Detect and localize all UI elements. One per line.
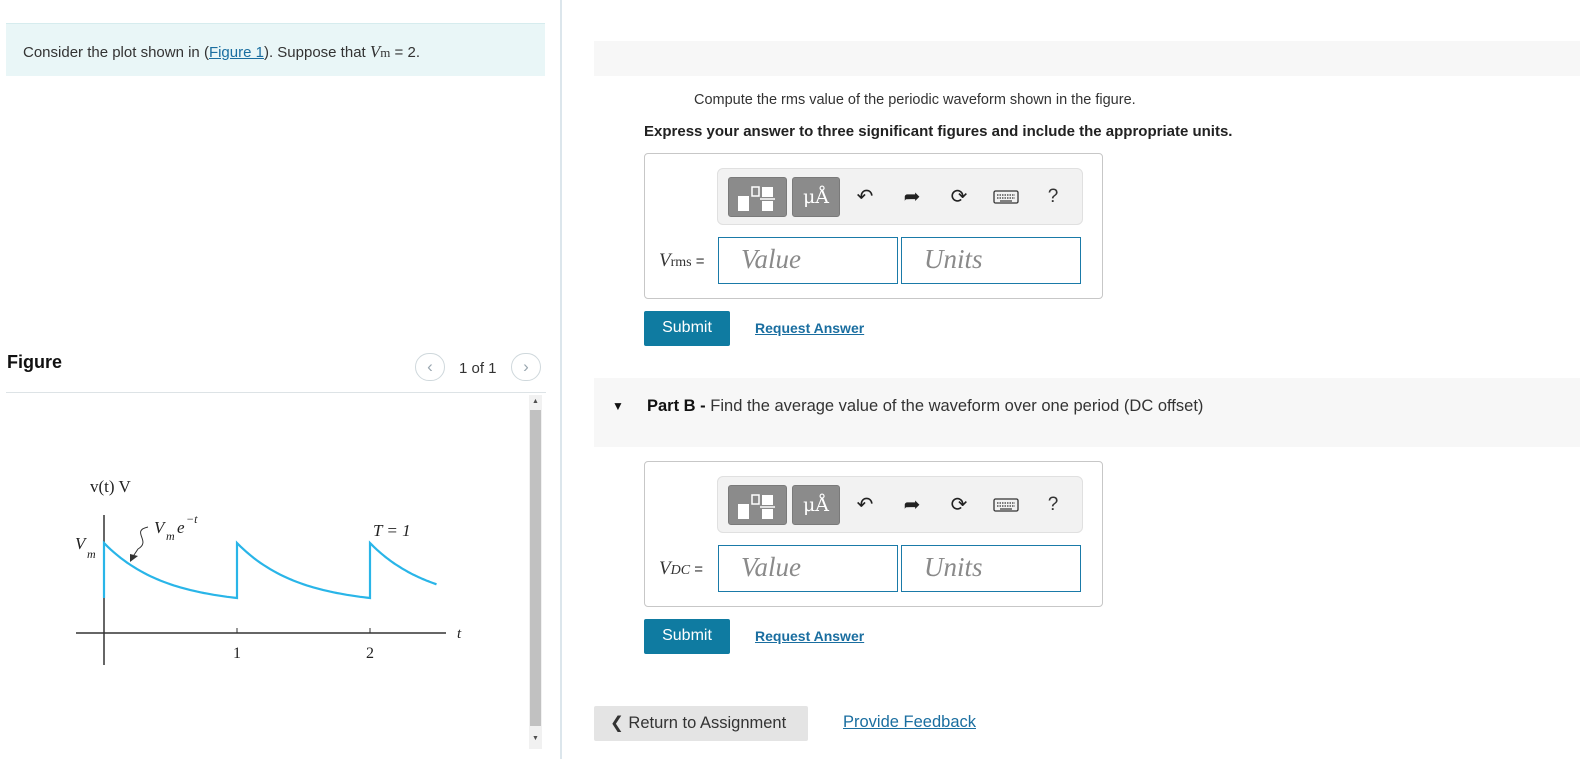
figure-title: Figure: [7, 352, 63, 372]
templates-icon: [738, 494, 775, 519]
part-a-instruction: Compute the rms value of the periodic wa…: [694, 92, 1136, 108]
figure-link[interactable]: Figure 1: [209, 44, 264, 61]
scrollbar-thumb[interactable]: [530, 410, 541, 726]
templates-icon: [738, 186, 775, 211]
rms-var: V: [659, 250, 671, 271]
part-b-question: Find the average value of the waveform o…: [705, 397, 1204, 415]
rms-sub: rms: [670, 255, 692, 270]
chevron-left-icon: ❮: [610, 714, 629, 732]
return-to-assignment-button[interactable]: ❮ Return to Assignment: [594, 706, 808, 741]
help-button[interactable]: ?: [1040, 184, 1066, 210]
help-button[interactable]: ?: [1040, 492, 1066, 518]
provide-feedback-link[interactable]: Provide Feedback: [843, 713, 976, 732]
dc-sub: DC: [670, 563, 691, 578]
problem-middle: ). Suppose that: [263, 44, 370, 61]
chevron-right-icon: ›: [523, 357, 529, 376]
part-b-title[interactable]: Part B - Find the average value of the w…: [647, 397, 1203, 416]
left-panel: Consider the plot shown in (Figure 1). S…: [0, 0, 560, 759]
x-tick-label-2: 2: [366, 645, 374, 662]
waveform-figure: v(t) V V m V m e −t T = 1 t 1 2: [75, 477, 462, 665]
part-a-request-answer-link[interactable]: Request Answer: [755, 320, 864, 336]
column-divider: [560, 0, 562, 759]
curve-label-e: e: [177, 518, 185, 537]
curve-label-sub: m: [166, 529, 175, 543]
problem-suffix: = 2.: [390, 44, 420, 61]
reset-icon[interactable]: ⟳: [946, 492, 972, 518]
redo-icon[interactable]: ➦: [899, 184, 925, 210]
dc-eq: =: [690, 561, 703, 578]
figure-prev-button[interactable]: ‹: [415, 353, 445, 381]
redo-icon[interactable]: ➦: [899, 492, 925, 518]
math-toolbar: μÅ ↶ ➦ ⟳ ?: [717, 168, 1083, 225]
figure-divider: [6, 392, 546, 393]
scroll-down-icon[interactable]: ▼: [530, 733, 541, 745]
waveform-curve: [102, 540, 437, 600]
part-a-answer-box: μÅ ↶ ➦ ⟳ ? Vrms = Value Units: [644, 153, 1103, 299]
dc-value-input[interactable]: Value: [718, 545, 898, 592]
rms-eq: =: [691, 253, 705, 270]
units-button[interactable]: μÅ: [792, 485, 840, 525]
math-toolbar: μÅ ↶ ➦ ⟳ ?: [717, 476, 1083, 533]
curve-label-power: −t: [186, 512, 198, 526]
part-b-request-answer-link[interactable]: Request Answer: [755, 628, 864, 644]
keyboard-icon[interactable]: [993, 184, 1019, 210]
part-header-bar: [594, 41, 1580, 76]
problem-statement: Consider the plot shown in (Figure 1). S…: [6, 23, 545, 76]
reset-icon[interactable]: ⟳: [946, 184, 972, 210]
chevron-left-icon: ‹: [427, 357, 433, 376]
dc-var: V: [659, 558, 671, 579]
part-b-answer-box: μÅ ↶ ➦ ⟳ ? VDC = Value Units: [644, 461, 1103, 607]
dc-units-input[interactable]: Units: [901, 545, 1081, 592]
problem-prefix: Consider the plot shown in (: [23, 44, 209, 61]
vm-variable: V: [369, 42, 381, 61]
part-a-instruction-bold: Express your answer to three significant…: [644, 123, 1233, 140]
collapse-caret-icon[interactable]: ▼: [612, 399, 624, 413]
figure-next-button[interactable]: ›: [511, 353, 541, 381]
undo-icon[interactable]: ↶: [852, 492, 878, 518]
part-b-submit-button[interactable]: Submit: [644, 619, 730, 654]
rms-label: Vrms =: [659, 250, 705, 272]
return-label: Return to Assignment: [628, 714, 787, 732]
figure-count: 1 of 1: [459, 360, 497, 377]
dc-label: VDC =: [659, 558, 703, 580]
scroll-up-icon[interactable]: ▲: [530, 396, 541, 408]
templates-button[interactable]: [728, 485, 787, 525]
arrow-head: [130, 554, 138, 562]
vm-axis-sub: m: [87, 547, 96, 561]
part-a-submit-button[interactable]: Submit: [644, 311, 730, 346]
templates-button[interactable]: [728, 177, 787, 217]
units-button[interactable]: μÅ: [792, 177, 840, 217]
x-tick-label-1: 1: [233, 645, 241, 662]
rms-value-input[interactable]: Value: [718, 237, 898, 284]
x-axis-label: t: [457, 626, 462, 642]
vm-subscript: m: [380, 45, 391, 60]
keyboard-icon[interactable]: [993, 492, 1019, 518]
y-axis-label: v(t) V: [90, 477, 131, 496]
undo-icon[interactable]: ↶: [852, 184, 878, 210]
rms-units-input[interactable]: Units: [901, 237, 1081, 284]
period-label: T = 1: [373, 521, 411, 540]
part-b-label: Part B -: [647, 397, 706, 415]
curve-label-arrow: [131, 526, 149, 559]
